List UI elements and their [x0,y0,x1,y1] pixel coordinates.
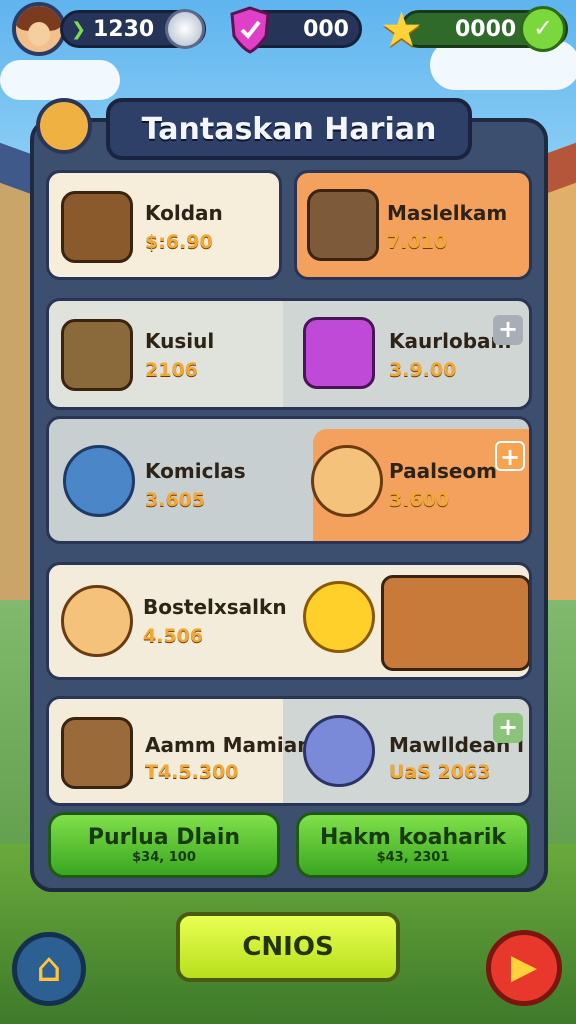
builder-icon [61,585,133,657]
right-action-label: Hakm koaharik [319,825,506,850]
task-label: Koldan [145,201,223,225]
gem-icon[interactable] [165,9,205,49]
map-icon [61,319,133,391]
task-value: 7.010 [387,231,448,253]
main-button[interactable]: CNIOS [176,912,400,982]
compass-icon [303,715,375,787]
left-action-label: Purlua Dlain [87,825,241,850]
shield-icon [230,6,270,54]
cloud [0,60,120,100]
task-value: UaS 2063 [389,761,491,783]
chest-icon [63,445,135,517]
home-icon[interactable]: ⌂ [12,932,86,1006]
wood-crate-icon [61,717,133,789]
left-action-button[interactable]: Purlua Dlain $34, 100 [48,812,280,878]
task-card[interactable]: Bostelxsalkn 4.506 [46,562,532,680]
task-label: Maslelkam [387,201,508,225]
right-action-sub: $43, 2301 [376,850,450,865]
task-card[interactable]: Maslelkam 7.010 [294,170,532,280]
coin-counter: ❯ 1230 [60,9,206,49]
task-label: Paalseom [389,459,498,483]
add-button[interactable]: + [495,441,525,471]
scroll-icon [307,189,379,261]
task-label: Komiclas [145,459,246,483]
task-value: 3.605 [145,489,206,511]
task-value: 3.9.00 [389,359,457,381]
book-icon [303,317,375,389]
task-card[interactable]: Koldan $:6.90 [46,170,282,280]
task-value: $:6.90 [145,231,213,253]
heart-icon[interactable]: ✓ [520,6,566,52]
page-title: Tantaskan Harian [106,98,472,160]
hand-icon [36,98,92,154]
task-value: T4.5.300 [145,761,239,783]
fast-forward-icon[interactable]: ▶ [486,930,562,1006]
coin-value: 1230 [93,16,155,42]
star-icon: ★ [380,2,424,58]
truck-icon [381,575,529,671]
star-value: 0000 [455,16,517,42]
right-action-button[interactable]: Hakm koaharik $43, 2301 [296,812,530,878]
task-card[interactable]: Kusiul 2106 Kaurlobam 3.9.00 + [46,298,532,410]
left-action-sub: $34, 100 [132,850,196,865]
top-bar: ❯ 1230 000 0000 ★ ✓ [0,0,576,60]
chevron-right-icon: ❯ [71,19,87,40]
task-card[interactable]: Aamm Mamian T4.5.300 Mawlldean l UaS 206… [46,696,532,806]
task-value: 4.506 [143,625,204,647]
task-label: Bostelxsalkn [143,595,287,619]
task-value: 2106 [145,359,198,381]
add-button[interactable]: + [493,713,523,743]
task-value: 3.600 [389,489,450,511]
worker-icon [311,445,383,517]
task-card[interactable]: Komiclas 3.605 Paalseom 3.600 + [46,416,532,544]
task-label: Kusiul [145,329,215,353]
shield-value: 000 [303,16,349,42]
add-button[interactable]: + [493,315,523,345]
task-label: Aamm Mamian [145,733,312,757]
sun-icon [303,581,375,653]
crate-icon [61,191,133,263]
avatar[interactable] [12,2,66,56]
